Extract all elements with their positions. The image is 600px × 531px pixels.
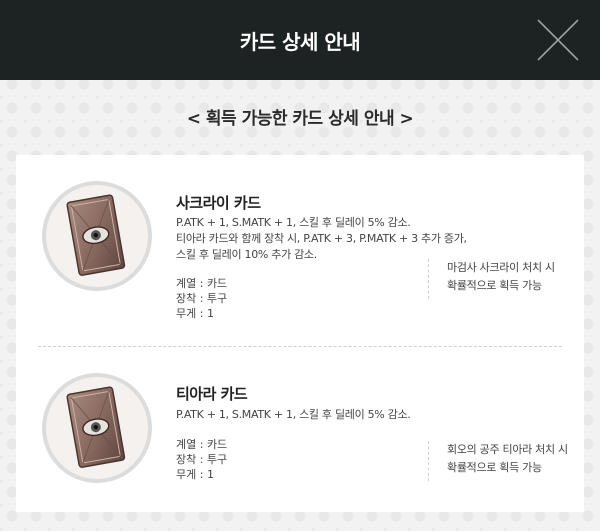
card-effect: P.ATK + 1, S.MATK + 1, 스킬 후 딜레이 5% 감소. — [176, 407, 476, 423]
card-eye-icon — [66, 194, 126, 276]
card-weight: 무게 : 1 — [176, 468, 214, 481]
acquire-line: 확률적으로 획득 가능 — [447, 461, 542, 474]
card-eye-icon — [66, 386, 126, 468]
acquire-line: 회오의 공주 티아라 처치 시 — [447, 443, 568, 456]
section-subtitle: < 획득 가능한 카드 상세 안내 > — [186, 109, 414, 129]
card-slot: 장착 : 투구 — [176, 453, 228, 466]
card-type: 계열 : 카드 — [176, 438, 228, 451]
effect-line: P.ATK + 1, S.MATK + 1, 스킬 후 딜레이 5% 감소. — [176, 216, 411, 229]
acquire-info: 마검사 사크라이 처치 시 확률적으로 획득 가능 — [428, 259, 578, 299]
card-entry: 사크라이 카드 P.ATK + 1, S.MATK + 1, 스킬 후 딜레이 … — [16, 155, 584, 346]
card-image — [42, 181, 152, 291]
acquire-line: 확률적으로 획득 가능 — [447, 279, 542, 292]
card-name: 사크라이 카드 — [176, 194, 261, 212]
card-name: 티아라 카드 — [176, 385, 248, 403]
card-effect: P.ATK + 1, S.MATK + 1, 스킬 후 딜레이 5% 감소. 티… — [176, 215, 476, 263]
card-entry: 티아라 카드 P.ATK + 1, S.MATK + 1, 스킬 후 딜레이 5… — [16, 347, 584, 512]
card-meta: 계열 : 카드 장착 : 투구 무게 : 1 — [176, 276, 227, 321]
effect-line: P.ATK + 1, S.MATK + 1, 스킬 후 딜레이 5% 감소. — [176, 408, 411, 421]
card-meta: 계열 : 카드 장착 : 투구 무게 : 1 — [176, 437, 227, 482]
acquire-info: 회오의 공주 티아라 처치 시 확률적으로 획득 가능 — [428, 441, 578, 481]
close-x-icon — [537, 19, 579, 61]
header-bar: 카드 상세 안내 — [0, 0, 600, 80]
card-image — [42, 373, 152, 483]
page-title: 카드 상세 안내 — [239, 29, 361, 54]
acquire-line: 마검사 사크라이 처치 시 — [447, 261, 555, 274]
card-type: 계열 : 카드 — [176, 277, 228, 290]
card-slot: 장착 : 투구 — [176, 292, 228, 305]
close-button[interactable] — [534, 16, 582, 64]
card-list-panel: 사크라이 카드 P.ATK + 1, S.MATK + 1, 스킬 후 딜레이 … — [16, 155, 584, 512]
card-weight: 무게 : 1 — [176, 307, 214, 320]
effect-line: 티아라 카드와 함께 장착 시, P.ATK + 3, P.MATK + 3 추… — [176, 232, 467, 245]
